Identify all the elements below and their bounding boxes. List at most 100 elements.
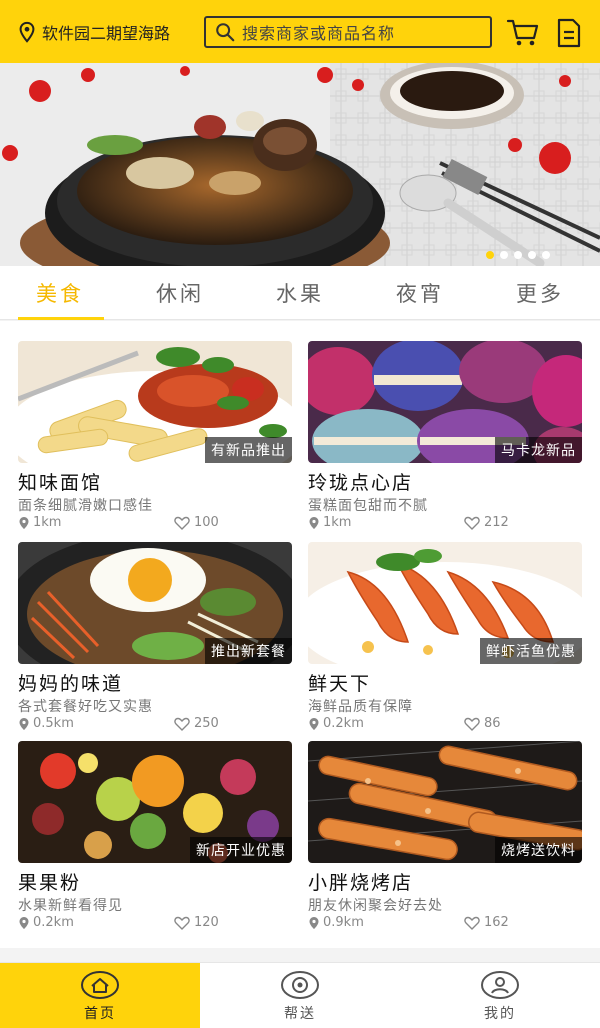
tabbar-home[interactable]: 首页 [0,963,200,1028]
location-selector[interactable]: 软件园二期望海路 [16,20,200,44]
delivery-icon [281,970,319,999]
store-name: 知味面馆 [18,472,103,494]
banner-dot[interactable] [542,251,550,259]
cart-icon[interactable] [506,16,540,48]
store-description: 水果新鲜看得见 [18,898,123,914]
store-thumbnail: 马卡龙新品 [308,341,582,463]
store-description: 海鲜品质有保障 [308,699,413,715]
tabbar-label: 首页 [84,1005,116,1022]
store-name: 玲珑点心店 [308,472,414,494]
promo-tag: 鲜虾活鱼优惠 [480,638,582,664]
store-name: 小胖烧烤店 [308,872,414,894]
store-thumbnail: 烧烤送饮料 [308,741,582,863]
store-card[interactable]: 马卡龙新品 玲珑点心店 蛋糕面包甜而不腻 1km 212 [308,341,582,541]
store-card[interactable]: 有新品推出 知味面馆 面条细腻滑嫩口感佳 1km 100 [18,341,292,541]
store-likes[interactable]: 162 [464,915,509,930]
banner-pagination [486,251,550,259]
heart-icon [464,717,480,731]
store-distance: 0.5km [18,716,74,731]
store-thumbnail: 推出新套餐 [18,542,292,664]
banner-dot[interactable] [486,251,494,259]
heart-icon [464,916,480,930]
heart-icon [174,516,190,530]
bottom-tabbar: 首页 帮送 我的 [0,962,600,1028]
likes-count: 250 [194,716,219,731]
tabbar-label: 我的 [484,1005,516,1022]
store-grid: 有新品推出 知味面馆 面条细腻滑嫩口感佳 1km 100 马卡龙新品 玲珑点心店… [0,321,600,948]
store-distance: 0.2km [18,915,74,930]
banner-dot[interactable] [500,251,508,259]
store-thumbnail: 有新品推出 [18,341,292,463]
location-text: 软件园二期望海路 [42,23,171,43]
store-meta: 0.9km 162 [308,915,582,935]
distance-value: 0.9km [323,915,364,930]
store-meta: 1km 100 [18,515,292,535]
distance-value: 0.5km [33,716,74,731]
store-likes[interactable]: 120 [174,915,219,930]
store-likes[interactable]: 212 [464,515,509,530]
tab-more[interactable]: 更多 [480,266,600,320]
tab-leisure[interactable]: 休闲 [120,266,240,320]
distance-value: 0.2km [33,915,74,930]
search-placeholder: 搜索商家或商品名称 [242,24,396,43]
banner-dot[interactable] [528,251,536,259]
likes-count: 86 [484,716,501,731]
tabbar-label: 帮送 [284,1005,316,1022]
distance-value: 0.2km [323,716,364,731]
location-pin-icon [19,21,35,43]
store-distance: 1km [308,515,351,530]
category-tabs: 美食 休闲 水果 夜宵 更多 [0,266,600,320]
store-meta: 1km 212 [308,515,582,535]
store-card[interactable]: 新店开业优惠 果果粉 水果新鲜看得见 0.2km 120 [18,741,292,941]
promo-tag: 马卡龙新品 [495,437,582,463]
store-card[interactable]: 烧烤送饮料 小胖烧烤店 朋友休闲聚会好去处 0.9km 162 [308,741,582,941]
location-pin-icon [309,717,319,730]
heart-icon [464,516,480,530]
store-likes[interactable]: 86 [464,716,501,731]
store-likes[interactable]: 100 [174,515,219,530]
likes-count: 100 [194,515,219,530]
location-pin-icon [19,916,29,929]
store-name: 果果粉 [18,872,82,894]
store-description: 各式套餐好吃又实惠 [18,699,153,715]
store-meta: 0.5km 250 [18,716,292,736]
promo-tag: 推出新套餐 [205,638,292,664]
distance-value: 1km [33,515,62,530]
store-description: 蛋糕面包甜而不腻 [308,498,428,514]
likes-count: 162 [484,915,509,930]
location-pin-icon [19,717,29,730]
likes-count: 212 [484,515,509,530]
tab-food[interactable]: 美食 [0,266,120,320]
store-meta: 0.2km 120 [18,915,292,935]
promo-tag: 烧烤送饮料 [495,837,582,863]
orders-icon[interactable] [556,18,582,48]
store-description: 面条细腻滑嫩口感佳 [18,498,153,514]
heart-icon [174,916,190,930]
store-card[interactable]: 鲜虾活鱼优惠 鲜天下 海鲜品质有保障 0.2km 86 [308,542,582,742]
location-pin-icon [309,916,319,929]
likes-count: 120 [194,915,219,930]
store-name: 妈妈的味道 [18,673,124,695]
banner-dot[interactable] [514,251,522,259]
location-pin-icon [309,516,319,529]
store-distance: 0.2km [308,716,364,731]
tab-fruit[interactable]: 水果 [240,266,360,320]
top-header: 软件园二期望海路 搜索商家或商品名称 [0,0,600,63]
store-card[interactable]: 推出新套餐 妈妈的味道 各式套餐好吃又实惠 0.5km 250 [18,542,292,742]
promo-banner[interactable] [0,63,600,266]
banner-image [0,63,600,266]
search-icon [216,23,235,42]
home-icon [81,970,119,999]
tabbar-profile[interactable]: 我的 [400,963,600,1028]
promo-tag: 新店开业优惠 [190,837,292,863]
store-name: 鲜天下 [308,673,372,695]
heart-icon [174,717,190,731]
store-thumbnail: 鲜虾活鱼优惠 [308,542,582,664]
location-pin-icon [19,516,29,529]
promo-tag: 有新品推出 [205,437,292,463]
tabbar-delivery[interactable]: 帮送 [200,963,400,1028]
tab-late-night[interactable]: 夜宵 [360,266,480,320]
store-distance: 1km [18,515,61,530]
store-likes[interactable]: 250 [174,716,219,731]
search-input[interactable]: 搜索商家或商品名称 [204,16,492,48]
